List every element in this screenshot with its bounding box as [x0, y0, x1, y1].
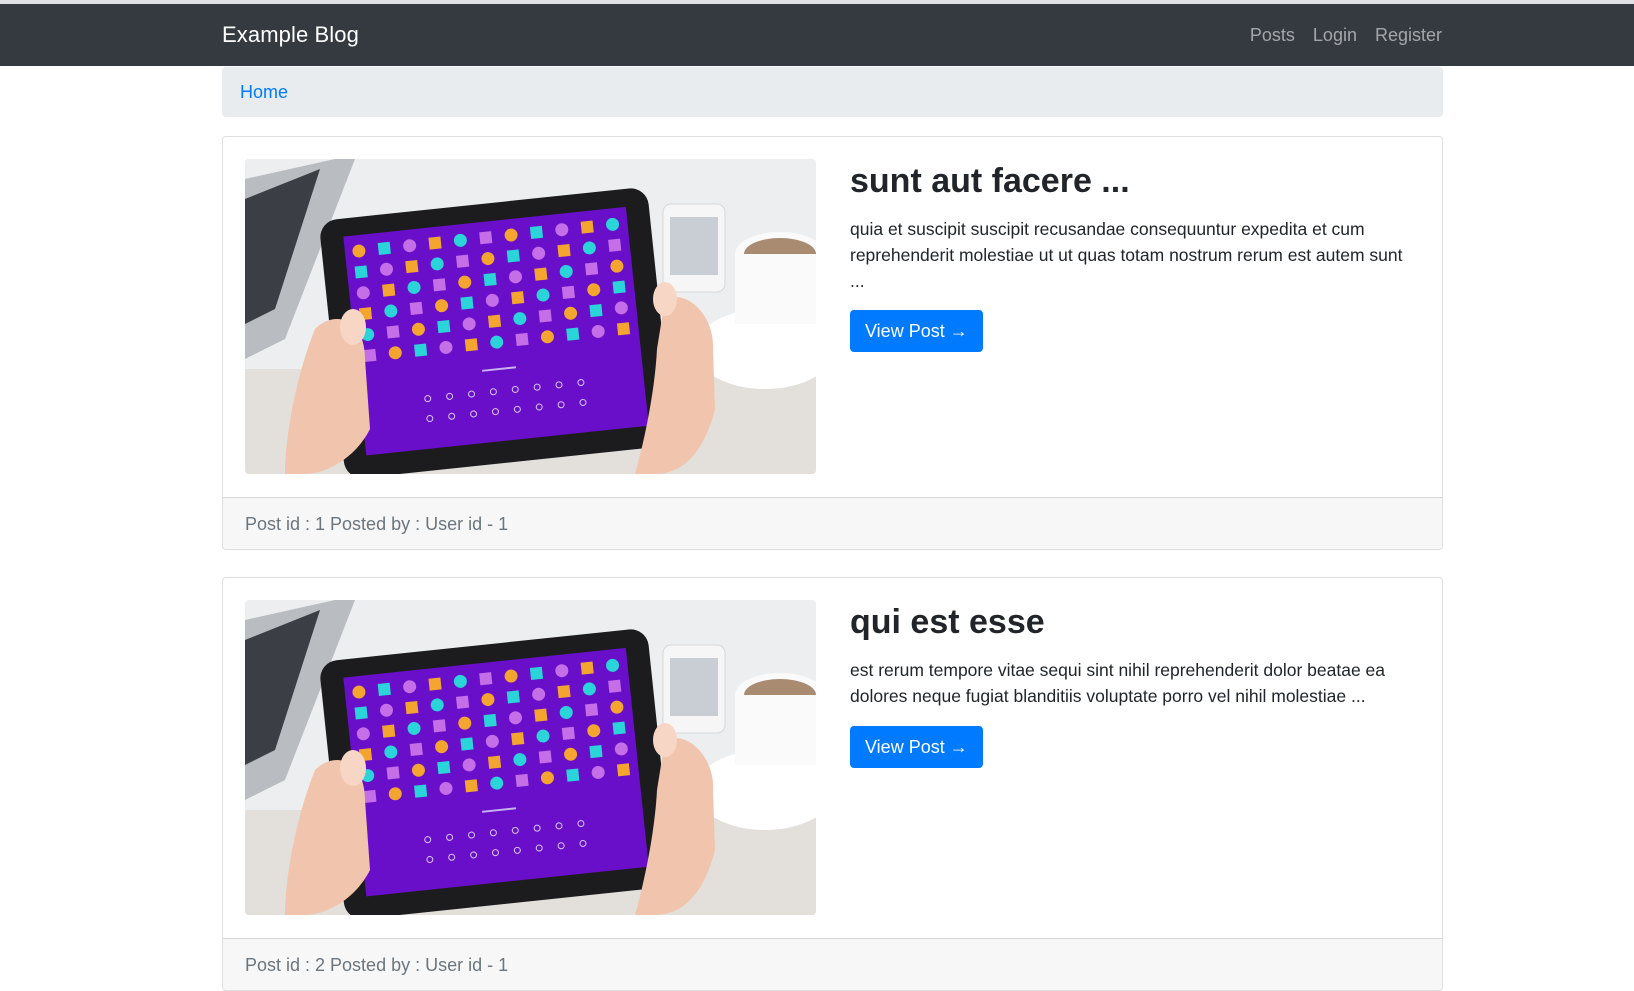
- view-post-button[interactable]: View Post →: [850, 310, 983, 352]
- post-excerpt: est rerum tempore vitae sequi sint nihil…: [850, 660, 1386, 706]
- post-excerpt: quia et suscipit suscipit recusandae con…: [850, 219, 1403, 291]
- post-thumbnail-image: [245, 159, 816, 474]
- post-card: qui est esse est rerum tempore vitae seq…: [222, 577, 1443, 991]
- navbar: Example Blog Posts Login Register: [0, 4, 1634, 66]
- post-meta: Post id : 2 Posted by : User id - 1: [245, 955, 509, 975]
- nav-link-posts[interactable]: Posts: [1250, 25, 1295, 46]
- brand-link[interactable]: Example Blog: [222, 22, 359, 48]
- post-card: sunt aut facere ... quia et suscipit sus…: [222, 136, 1443, 550]
- post-card-body: qui est esse est rerum tempore vitae seq…: [223, 578, 1442, 938]
- post-card-footer: Post id : 2 Posted by : User id - 1: [223, 938, 1442, 990]
- view-post-button[interactable]: View Post →: [850, 726, 983, 768]
- post-meta: Post id : 1 Posted by : User id - 1: [245, 514, 509, 534]
- breadcrumb-home-link[interactable]: Home: [240, 82, 288, 103]
- post-card-footer: Post id : 1 Posted by : User id - 1: [223, 497, 1442, 549]
- nav-link-login[interactable]: Login: [1313, 25, 1357, 46]
- post-title: sunt aut facere ...: [850, 162, 1130, 200]
- nav-links: Posts Login Register: [1250, 25, 1442, 46]
- nav-link-register[interactable]: Register: [1375, 25, 1442, 46]
- post-title: qui est esse: [850, 603, 1045, 641]
- post-thumbnail-image: [245, 600, 816, 915]
- breadcrumb: Home: [222, 67, 1443, 117]
- post-card-body: sunt aut facere ... quia et suscipit sus…: [223, 137, 1442, 497]
